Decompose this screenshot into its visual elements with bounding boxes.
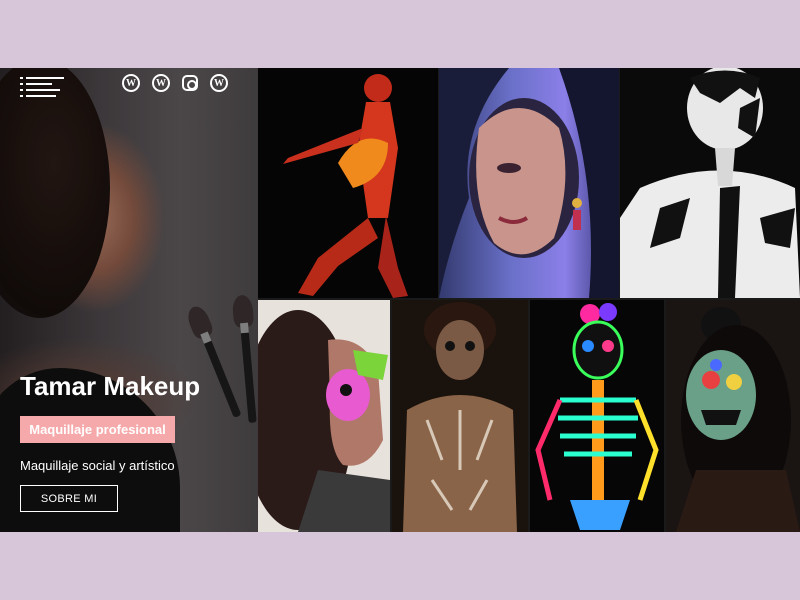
photo-art <box>620 68 800 298</box>
photo-art <box>676 307 800 532</box>
website-viewport: W W W Tamar Makeup Maquillaje profesiona… <box>0 68 800 532</box>
gallery-photo-white-bodypaint[interactable] <box>620 68 800 298</box>
menu-toggle-button[interactable] <box>20 73 66 97</box>
gallery-photo-red-bodypaint[interactable] <box>258 68 438 298</box>
photo-art <box>439 68 619 298</box>
photo-art <box>535 303 659 530</box>
photo-art <box>403 302 517 532</box>
wordpress-icon[interactable]: W <box>122 74 140 92</box>
wordpress-icon[interactable]: W <box>210 74 228 92</box>
gallery-photo-werewolf-makeup[interactable] <box>392 300 528 532</box>
social-links: W W W <box>122 74 228 92</box>
tagline-badge: Maquillaje profesional <box>20 416 175 443</box>
photo-art <box>283 74 408 298</box>
instagram-icon[interactable] <box>182 75 198 91</box>
gallery-photo-catrina-makeup[interactable] <box>666 300 800 532</box>
gallery-photo-neon-skeleton[interactable] <box>530 300 664 532</box>
gallery-photo-glam-portrait[interactable] <box>439 68 619 298</box>
wordpress-icon[interactable]: W <box>152 74 170 92</box>
hero-panel: W W W Tamar Makeup Maquillaje profesiona… <box>0 68 258 532</box>
hero-subtitle: Maquillaje social y artístico <box>20 458 175 473</box>
photo-art <box>258 310 390 532</box>
about-me-button[interactable]: SOBRE MI <box>20 485 118 512</box>
brand-title: Tamar Makeup <box>20 371 201 401</box>
gallery-photo-makeup-session[interactable] <box>258 300 390 532</box>
